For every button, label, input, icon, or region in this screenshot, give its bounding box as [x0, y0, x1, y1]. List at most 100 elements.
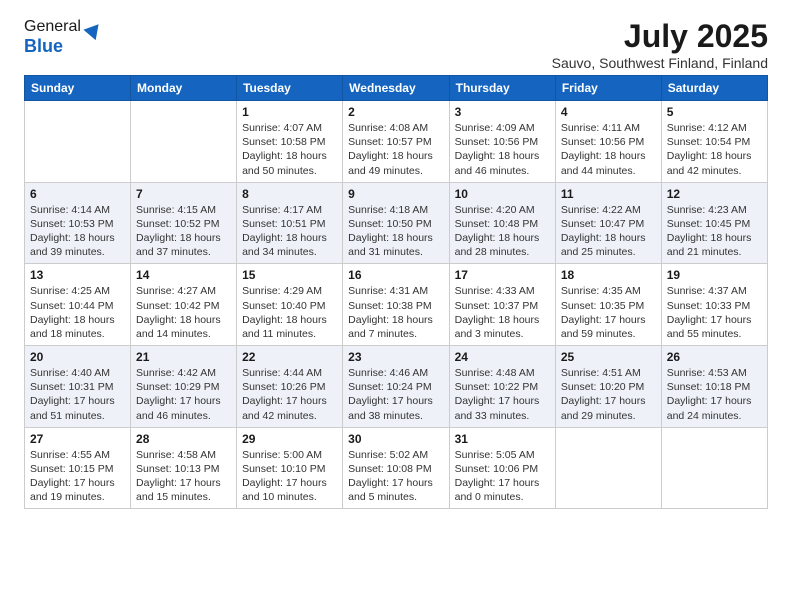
weekday-header-tuesday: Tuesday [237, 76, 343, 101]
day-detail: Sunrise: 5:02 AM Sunset: 10:08 PM Daylig… [348, 448, 443, 505]
day-detail: Sunrise: 4:27 AM Sunset: 10:42 PM Daylig… [136, 284, 231, 341]
calendar-week-4: 20Sunrise: 4:40 AM Sunset: 10:31 PM Dayl… [25, 346, 768, 428]
day-number: 28 [136, 432, 231, 446]
day-number: 6 [30, 187, 125, 201]
calendar-cell: 13Sunrise: 4:25 AM Sunset: 10:44 PM Dayl… [25, 264, 131, 346]
day-detail: Sunrise: 4:48 AM Sunset: 10:22 PM Daylig… [455, 366, 550, 423]
calendar-cell: 29Sunrise: 5:00 AM Sunset: 10:10 PM Dayl… [237, 427, 343, 509]
calendar-cell: 14 Sunrise: 4:27 AM Sunset: 10:42 PM Dayl… [131, 264, 237, 346]
calendar-cell: 17Sunrise: 4:33 AM Sunset: 10:37 PM Dayl… [449, 264, 555, 346]
calendar-cell: 22 Sunrise: 4:44 AM Sunset: 10:26 PM Dayl… [237, 346, 343, 428]
calendar-cell: 1 Sunrise: 4:07 AM Sunset: 10:58 PM Dayli… [237, 101, 343, 183]
day-detail: Sunrise: 4:25 AM Sunset: 10:44 PM Daylig… [30, 284, 125, 341]
calendar-week-1: 1 Sunrise: 4:07 AM Sunset: 10:58 PM Dayli… [25, 101, 768, 183]
day-number: 24 [455, 350, 550, 364]
day-number: 12 [667, 187, 762, 201]
day-detail: Sunrise: 4:58 AM Sunset: 10:13 PM Daylig… [136, 448, 231, 505]
weekday-header-thursday: Thursday [449, 76, 555, 101]
calendar-cell: 28 Sunrise: 4:58 AM Sunset: 10:13 PM Dayl… [131, 427, 237, 509]
calendar-cell: 24 Sunrise: 4:48 AM Sunset: 10:22 PM Dayl… [449, 346, 555, 428]
day-detail: Sunrise: 4:20 AM Sunset: 10:48 PM Daylig… [455, 203, 550, 260]
calendar-cell [661, 427, 767, 509]
calendar-cell: 30 Sunrise: 5:02 AM Sunset: 10:08 PM Dayl… [343, 427, 449, 509]
calendar-cell: 15 Sunrise: 4:29 AM Sunset: 10:40 PM Dayl… [237, 264, 343, 346]
calendar-cell: 7 Sunrise: 4:15 AM Sunset: 10:52 PM Dayli… [131, 182, 237, 264]
day-number: 8 [242, 187, 337, 201]
page: General Blue July 2025 Sauvo, Southwest … [0, 0, 792, 612]
calendar-week-3: 13Sunrise: 4:25 AM Sunset: 10:44 PM Dayl… [25, 264, 768, 346]
day-detail: Sunrise: 4:11 AM Sunset: 10:56 PM Daylig… [561, 121, 656, 178]
calendar-table: SundayMondayTuesdayWednesdayThursdayFrid… [24, 75, 768, 509]
day-number: 11 [561, 187, 656, 201]
calendar-cell: 3Sunrise: 4:09 AM Sunset: 10:56 PM Dayli… [449, 101, 555, 183]
day-detail: Sunrise: 4:40 AM Sunset: 10:31 PM Daylig… [30, 366, 125, 423]
calendar-week-5: 27 Sunrise: 4:55 AM Sunset: 10:15 PM Dayl… [25, 427, 768, 509]
logo-general-text: General [24, 18, 81, 36]
day-detail: Sunrise: 4:53 AM Sunset: 10:18 PM Daylig… [667, 366, 762, 423]
day-number: 18 [561, 268, 656, 282]
day-number: 21 [136, 350, 231, 364]
day-number: 23 [348, 350, 443, 364]
calendar-cell [555, 427, 661, 509]
day-number: 15 [242, 268, 337, 282]
calendar-cell: 18 Sunrise: 4:35 AM Sunset: 10:35 PM Dayl… [555, 264, 661, 346]
day-number: 10 [455, 187, 550, 201]
day-detail: Sunrise: 4:44 AM Sunset: 10:26 PM Daylig… [242, 366, 337, 423]
day-number: 9 [348, 187, 443, 201]
day-number: 7 [136, 187, 231, 201]
weekday-header-wednesday: Wednesday [343, 76, 449, 101]
calendar-cell: 27 Sunrise: 4:55 AM Sunset: 10:15 PM Dayl… [25, 427, 131, 509]
calendar-cell: 8 Sunrise: 4:17 AM Sunset: 10:51 PM Dayli… [237, 182, 343, 264]
day-detail: Sunrise: 4:35 AM Sunset: 10:35 PM Daylig… [561, 284, 656, 341]
day-number: 25 [561, 350, 656, 364]
day-number: 30 [348, 432, 443, 446]
day-detail: Sunrise: 4:31 AM Sunset: 10:38 PM Daylig… [348, 284, 443, 341]
day-number: 31 [455, 432, 550, 446]
calendar-cell: 9 Sunrise: 4:18 AM Sunset: 10:50 PM Dayli… [343, 182, 449, 264]
day-number: 2 [348, 105, 443, 119]
location-subtitle: Sauvo, Southwest Finland, Finland [552, 55, 768, 71]
day-number: 27 [30, 432, 125, 446]
calendar-cell: 20Sunrise: 4:40 AM Sunset: 10:31 PM Dayl… [25, 346, 131, 428]
day-number: 4 [561, 105, 656, 119]
day-detail: Sunrise: 4:37 AM Sunset: 10:33 PM Daylig… [667, 284, 762, 341]
weekday-header-row: SundayMondayTuesdayWednesdayThursdayFrid… [25, 76, 768, 101]
calendar-cell [25, 101, 131, 183]
day-number: 1 [242, 105, 337, 119]
day-detail: Sunrise: 4:07 AM Sunset: 10:58 PM Daylig… [242, 121, 337, 178]
day-detail: Sunrise: 4:42 AM Sunset: 10:29 PM Daylig… [136, 366, 231, 423]
day-detail: Sunrise: 4:17 AM Sunset: 10:51 PM Daylig… [242, 203, 337, 260]
calendar-cell: 10 Sunrise: 4:20 AM Sunset: 10:48 PM Dayl… [449, 182, 555, 264]
logo-triangle-icon [83, 19, 104, 40]
day-detail: Sunrise: 5:05 AM Sunset: 10:06 PM Daylig… [455, 448, 550, 505]
calendar-cell: 4 Sunrise: 4:11 AM Sunset: 10:56 PM Dayli… [555, 101, 661, 183]
calendar-cell: 26 Sunrise: 4:53 AM Sunset: 10:18 PM Dayl… [661, 346, 767, 428]
day-number: 3 [455, 105, 550, 119]
day-number: 16 [348, 268, 443, 282]
day-detail: Sunrise: 4:55 AM Sunset: 10:15 PM Daylig… [30, 448, 125, 505]
day-detail: Sunrise: 4:22 AM Sunset: 10:47 PM Daylig… [561, 203, 656, 260]
day-number: 14 [136, 268, 231, 282]
day-number: 19 [667, 268, 762, 282]
calendar-cell: 25Sunrise: 4:51 AM Sunset: 10:20 PM Dayl… [555, 346, 661, 428]
day-detail: Sunrise: 4:29 AM Sunset: 10:40 PM Daylig… [242, 284, 337, 341]
day-detail: Sunrise: 4:18 AM Sunset: 10:50 PM Daylig… [348, 203, 443, 260]
page-title: July 2025 [552, 18, 768, 55]
logo-blue-text: Blue [24, 36, 63, 57]
weekday-header-friday: Friday [555, 76, 661, 101]
day-detail: Sunrise: 4:08 AM Sunset: 10:57 PM Daylig… [348, 121, 443, 178]
calendar-cell [131, 101, 237, 183]
calendar-cell: 5Sunrise: 4:12 AM Sunset: 10:54 PM Dayli… [661, 101, 767, 183]
calendar-week-2: 6Sunrise: 4:14 AM Sunset: 10:53 PM Dayli… [25, 182, 768, 264]
title-block: July 2025 Sauvo, Southwest Finland, Finl… [552, 18, 768, 71]
calendar-cell: 11 Sunrise: 4:22 AM Sunset: 10:47 PM Dayl… [555, 182, 661, 264]
calendar-cell: 23Sunrise: 4:46 AM Sunset: 10:24 PM Dayl… [343, 346, 449, 428]
day-number: 26 [667, 350, 762, 364]
calendar-cell: 6Sunrise: 4:14 AM Sunset: 10:53 PM Dayli… [25, 182, 131, 264]
day-number: 29 [242, 432, 337, 446]
day-detail: Sunrise: 4:15 AM Sunset: 10:52 PM Daylig… [136, 203, 231, 260]
weekday-header-monday: Monday [131, 76, 237, 101]
calendar-cell: 31 Sunrise: 5:05 AM Sunset: 10:06 PM Dayl… [449, 427, 555, 509]
calendar-cell: 2 Sunrise: 4:08 AM Sunset: 10:57 PM Dayli… [343, 101, 449, 183]
day-number: 22 [242, 350, 337, 364]
